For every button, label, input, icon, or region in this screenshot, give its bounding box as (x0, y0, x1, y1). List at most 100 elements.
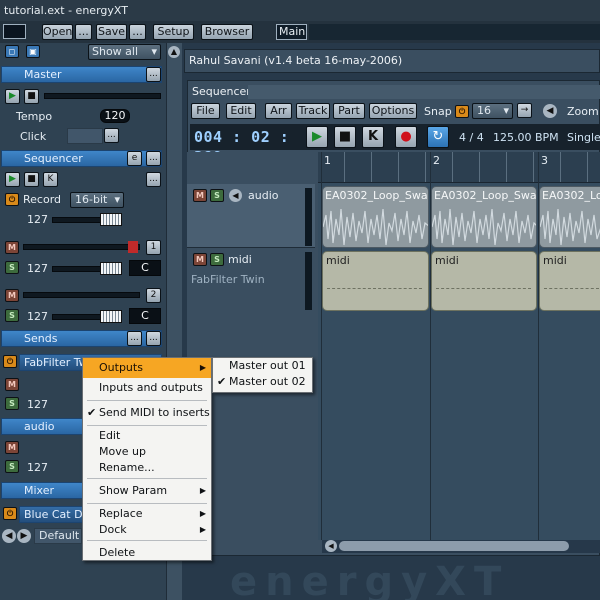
position-display[interactable]: 004 : 02 : 289 (194, 127, 300, 166)
menu-item-delete[interactable]: Delete (83, 543, 211, 563)
ch1-key-field[interactable]: C (129, 260, 161, 276)
menu-item-move-up[interactable]: Move up (83, 444, 211, 460)
filter-dropdown[interactable]: Show all ▾ (88, 44, 161, 60)
options-menu-button[interactable]: Options (369, 103, 417, 119)
bluecat-power-icon[interactable]: ⏻ (3, 507, 17, 520)
sends-title: Sends (24, 332, 58, 345)
bpm-display[interactable]: 125.00 BPM (493, 131, 559, 144)
blue-tool-icon-2[interactable]: ▣ (26, 45, 40, 58)
edit-menu-button[interactable]: Edit (226, 103, 256, 119)
sends-dots-button[interactable]: ... (127, 331, 142, 346)
menu-item-edit[interactable]: Edit (83, 428, 211, 444)
save-button[interactable]: Save (96, 24, 127, 40)
fab-solo-button[interactable]: S (5, 397, 19, 410)
file-menu-button[interactable]: File (191, 103, 220, 119)
time-signature[interactable]: 4 / 4 (459, 131, 484, 144)
midi-clip[interactable]: midi (539, 251, 600, 311)
submenu-item-master-out-01[interactable]: Master out 01 (213, 358, 312, 374)
speaker-icon[interactable]: ◀ (229, 189, 242, 202)
bit-dropdown[interactable]: 16-bit ▾ (70, 192, 124, 208)
ch2-mute-button[interactable]: M (5, 289, 19, 302)
track-menu-button[interactable]: Track (296, 103, 330, 119)
master-dots-button[interactable]: ... (146, 67, 161, 82)
audio-track-mute[interactable]: M (193, 189, 207, 202)
sequencer-dots-button[interactable]: ... (146, 151, 161, 166)
click-field[interactable] (67, 128, 103, 144)
click-dots-button[interactable]: ... (104, 128, 119, 143)
ch1-number[interactable]: 1 (146, 240, 161, 255)
fab-mute-button[interactable]: M (5, 378, 19, 391)
midi-track-solo[interactable]: S (210, 253, 224, 266)
mode-display[interactable]: Single (567, 131, 600, 144)
main-tab[interactable]: Main (276, 24, 307, 40)
transport-record-icon[interactable]: ● (395, 126, 417, 148)
audio-solo-button[interactable]: S (5, 460, 19, 473)
record-power-icon[interactable]: ⏻ (5, 193, 19, 206)
audio-clip[interactable]: EA0302_Loop_Sway (431, 186, 537, 248)
menu-item-outputs[interactable]: Outputs ▶ (83, 358, 211, 378)
next-preset-icon[interactable]: ▶ (17, 529, 31, 543)
master-position-bar[interactable] (44, 93, 161, 99)
menu-item-replace[interactable]: Replace ▶ (83, 506, 211, 522)
snap-power-icon[interactable]: ⏻ (455, 105, 469, 118)
snap-arrow-icon[interactable]: → (517, 103, 532, 118)
sends-dots-button-2[interactable]: ... (146, 331, 161, 346)
loop-icon[interactable]: ↻ (427, 126, 449, 148)
seq-stop-icon[interactable]: ■ (24, 172, 39, 187)
seq-volume-fader[interactable] (100, 213, 122, 226)
divider-collapse-icon[interactable]: ▲ (168, 46, 180, 58)
audio-track-meter (305, 188, 312, 246)
save-dots-button[interactable]: ... (129, 24, 146, 40)
ch1-mute-button[interactable]: M (5, 241, 19, 254)
part-menu-button[interactable]: Part (333, 103, 365, 119)
ch2-key-field[interactable]: C (129, 308, 161, 324)
menu-item-label: Replace (99, 507, 143, 520)
setup-button[interactable]: Setup (153, 24, 194, 40)
submenu-item-master-out-02[interactable]: ✔ Master out 02 (213, 374, 312, 390)
audio-clip[interactable]: EA0302_Loop_Sway (322, 186, 429, 248)
zoom-icon[interactable]: ◀ (543, 104, 557, 118)
menu-item-dock[interactable]: Dock ▶ (83, 522, 211, 538)
audio-mute-button[interactable]: M (5, 441, 19, 454)
blue-tool-icon-1[interactable]: ◻ (5, 45, 19, 58)
preset-field[interactable]: Default (34, 528, 82, 544)
browser-button[interactable]: Browser (201, 24, 253, 40)
transport-stop-icon[interactable]: ■ (334, 126, 356, 148)
audio-track-solo[interactable]: S (210, 189, 224, 202)
ch2-solo-button[interactable]: S (5, 309, 19, 322)
play-icon[interactable]: ▶ (5, 89, 20, 104)
transport-play-icon[interactable]: ▶ (306, 126, 328, 148)
seq-dots-button[interactable]: ... (146, 172, 161, 187)
seq-rewind-icon[interactable]: K (43, 172, 58, 187)
arr-menu-button[interactable]: Arr (265, 103, 292, 119)
scroll-left-icon[interactable]: ◀ (325, 540, 337, 552)
midi-clip[interactable]: midi (322, 251, 429, 311)
context-menu: Outputs ▶ Inputs and outputs ✔ Send MIDI… (82, 357, 212, 561)
transport-rewind-icon[interactable]: K (362, 126, 384, 148)
ch2-volume-fader[interactable] (100, 310, 122, 323)
master-header[interactable]: Master (1, 66, 162, 83)
open-button[interactable]: Open (42, 24, 73, 40)
ch2-number[interactable]: 2 (146, 288, 161, 303)
stop-icon[interactable]: ■ (24, 89, 39, 104)
seq-play-icon[interactable]: ▶ (5, 172, 20, 187)
tempo-field[interactable]: 120 (100, 109, 130, 123)
fabfilter-power-icon[interactable]: ⏻ (3, 355, 17, 368)
snap-dropdown[interactable]: 16 ▾ (472, 103, 513, 119)
screen-icon[interactable] (3, 24, 26, 39)
menu-item-send-midi[interactable]: ✔ Send MIDI to inserts (83, 403, 211, 423)
horizontal-scrollbar[interactable]: ◀ (322, 540, 600, 553)
menu-item-rename[interactable]: Rename... (83, 460, 211, 476)
ch1-volume-fader[interactable] (100, 262, 122, 275)
menu-item-show-param[interactable]: Show Param ▶ (83, 481, 211, 501)
timeline-ruler[interactable] (318, 152, 600, 183)
midi-clip[interactable]: midi (431, 251, 537, 311)
sequencer-e-button[interactable]: e (127, 151, 142, 166)
scroll-thumb[interactable] (339, 541, 569, 551)
prev-preset-icon[interactable]: ◀ (2, 529, 16, 543)
menu-item-inputs-outputs[interactable]: Inputs and outputs (83, 378, 211, 398)
audio-clip[interactable]: EA0302_Loop_Sway (539, 186, 600, 248)
ch1-solo-button[interactable]: S (5, 261, 19, 274)
open-dots-button[interactable]: ... (75, 24, 92, 40)
midi-track-mute[interactable]: M (193, 253, 207, 266)
